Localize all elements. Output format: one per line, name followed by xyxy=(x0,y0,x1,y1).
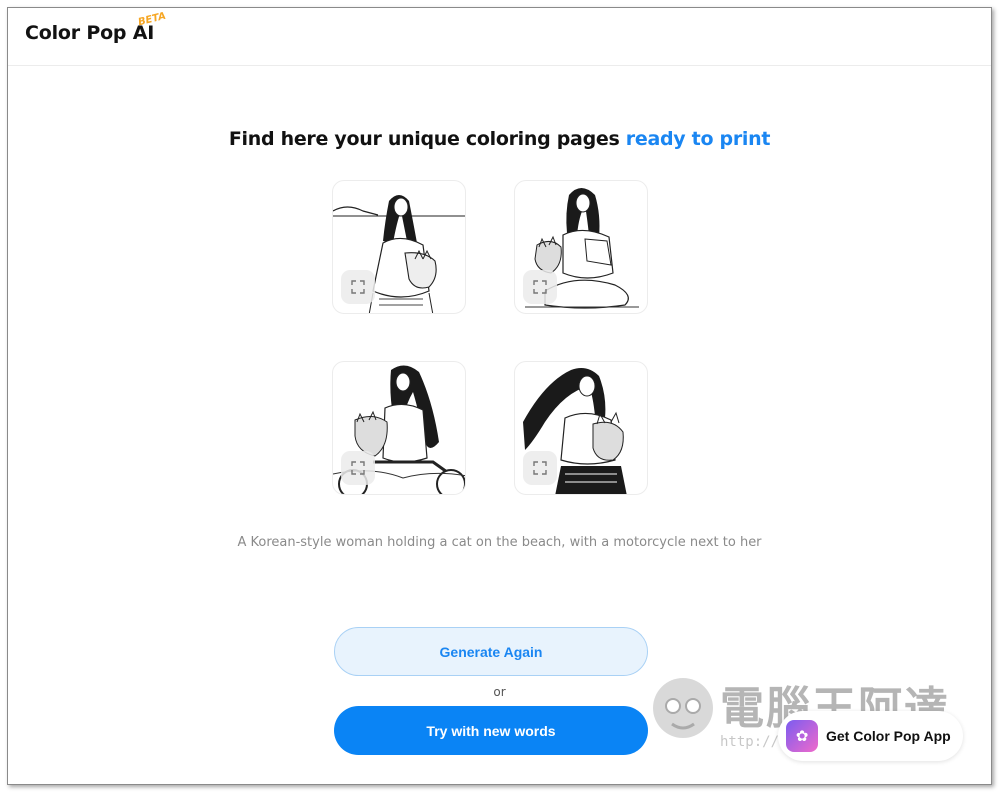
result-card-2[interactable] xyxy=(514,180,648,314)
results-grid xyxy=(332,180,650,496)
try-new-words-button[interactable]: Try with new words xyxy=(334,706,648,755)
result-card-4[interactable] xyxy=(514,361,648,495)
expand-icon xyxy=(533,461,547,475)
app-icon: ✿ xyxy=(786,720,818,752)
watermark-mascot-icon xyxy=(653,678,713,738)
page-title-main: Find here your unique coloring pages xyxy=(228,128,620,150)
expand-button-1[interactable] xyxy=(341,270,375,304)
prompt-text: A Korean-style woman holding a cat on th… xyxy=(237,535,762,550)
expand-button-3[interactable] xyxy=(341,451,375,485)
result-card-3[interactable] xyxy=(332,361,466,495)
generate-again-button[interactable]: Generate Again xyxy=(334,627,648,676)
result-card-1[interactable] xyxy=(332,180,466,314)
page-title-accent: ready to print xyxy=(625,128,771,150)
logo[interactable]: Color Pop AI xyxy=(25,22,154,44)
get-app-label: Get Color Pop App xyxy=(826,728,951,744)
expand-icon xyxy=(351,280,365,294)
expand-button-4[interactable] xyxy=(523,451,557,485)
or-separator: or xyxy=(493,685,506,699)
expand-icon xyxy=(351,461,365,475)
top-bar: Color Pop AI BETA xyxy=(8,8,991,66)
page-title: Find here your unique coloring pages rea… xyxy=(8,128,991,150)
expand-button-2[interactable] xyxy=(523,270,557,304)
expand-icon xyxy=(533,280,547,294)
get-app-button[interactable]: ✿ Get Color Pop App xyxy=(778,711,963,761)
app-window: Color Pop AI BETA Find here your unique … xyxy=(7,7,992,785)
